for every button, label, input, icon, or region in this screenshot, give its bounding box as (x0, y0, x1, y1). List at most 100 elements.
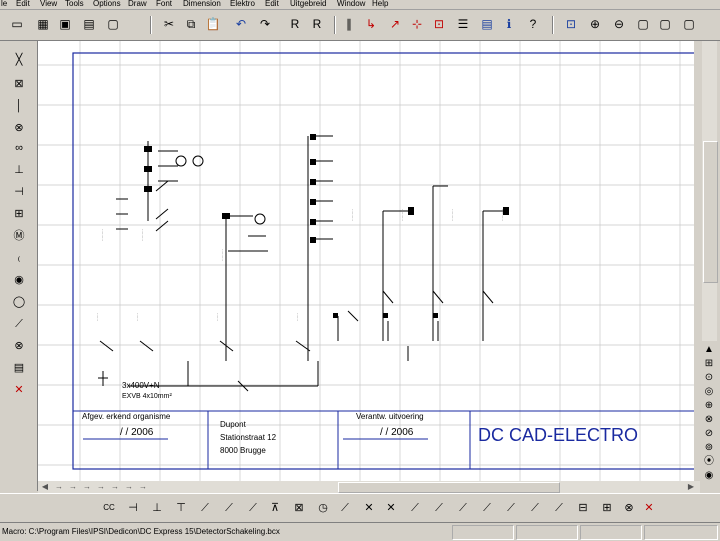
zoom-extents-icon[interactable]: ▢ (680, 14, 698, 34)
terminal-icon[interactable]: ▤ (9, 359, 29, 377)
menu-edit-2[interactable]: Edit (265, 0, 279, 9)
zoom-window-icon[interactable]: ⊡ (562, 14, 580, 34)
select-icon[interactable]: ⊹ (408, 14, 426, 34)
scroll-arrow-icon[interactable]: → (108, 481, 122, 492)
snap-tangent-icon[interactable]: ⊚ (701, 441, 717, 455)
zoom-out-icon[interactable]: ⊖ (610, 14, 628, 34)
menu-dimension[interactable]: Dimension (183, 0, 221, 9)
print-icon[interactable]: ▤ (80, 14, 98, 34)
cut-icon[interactable]: ✂ (160, 14, 178, 34)
scroll-left-icon[interactable]: ◀ (38, 481, 52, 492)
scroll-arrow-icon[interactable]: → (122, 481, 136, 492)
diagonal-icon[interactable]: ⟋ (9, 315, 29, 333)
cross-tool-icon[interactable]: ⊠ (9, 75, 29, 93)
cross-contact-2-icon[interactable]: ✕ (382, 498, 400, 518)
scroll-arrow-icon[interactable]: → (136, 481, 150, 492)
fuse-icon[interactable]: ⊞ (9, 205, 29, 223)
scroll-arrow-icon[interactable]: → (52, 481, 66, 492)
horizontal-scrollbar[interactable]: ◀ → → → → → → → ▶ (38, 481, 700, 493)
scroll-right-icon[interactable]: ▶ (684, 481, 698, 492)
menu-file[interactable]: le (1, 0, 7, 9)
scroll-arrow-icon[interactable]: → (94, 481, 108, 492)
snap-center-icon[interactable]: ⊕ (701, 399, 717, 413)
snap-perp-icon[interactable]: ⊘ (701, 427, 717, 441)
lamp-icon[interactable]: ◯ (9, 293, 29, 311)
scale-icon[interactable]: ⊡ (430, 14, 448, 34)
save-icon[interactable]: ▣ (56, 14, 74, 34)
pan-icon[interactable]: ▢ (634, 14, 652, 34)
push-button-icon[interactable]: ⊤ (172, 498, 190, 518)
vertical-line-icon[interactable]: │ (9, 97, 29, 115)
breaker-5-icon[interactable]: ⟋ (478, 498, 496, 518)
line-tool-icon[interactable]: ╳ (9, 51, 29, 69)
horizontal-scroll-thumb[interactable] (338, 482, 560, 493)
contact-no-icon[interactable]: ⊣ (124, 498, 142, 518)
redo-icon[interactable]: ↷ (256, 14, 274, 34)
open-icon[interactable]: ▦ (34, 14, 52, 34)
contact-nc-icon[interactable]: ⊥ (148, 498, 166, 518)
snap-midpoint-icon[interactable]: ◎ (701, 385, 717, 399)
menu-tools[interactable]: Tools (65, 0, 84, 9)
breaker-8-icon[interactable]: ⟋ (550, 498, 568, 518)
refresh-icon[interactable]: R (308, 14, 326, 34)
vertical-scroll-thumb[interactable] (703, 141, 718, 283)
breaker-icon[interactable]: ⊣ (9, 183, 29, 201)
snap-near-icon[interactable]: ⦿ (701, 455, 717, 469)
arrow-up-icon[interactable]: ▲ (701, 343, 717, 357)
switch-2-icon[interactable]: ⟋ (196, 498, 214, 518)
parallel-icon[interactable]: ∥ (340, 14, 358, 34)
snap-intersect-icon[interactable]: ⊗ (701, 413, 717, 427)
zoom-in-icon[interactable]: ⊕ (586, 14, 604, 34)
menu-window[interactable]: Window (337, 0, 365, 9)
switch-4-icon[interactable]: ⟋ (244, 498, 262, 518)
delete-2-icon[interactable]: ✕ (640, 498, 658, 518)
breaker-3-icon[interactable]: ⟋ (430, 498, 448, 518)
scroll-arrow-icon[interactable]: → (66, 481, 80, 492)
paste-icon[interactable]: 📋 (204, 14, 222, 34)
snap-off-icon[interactable]: ◉ (701, 469, 717, 483)
terminal-2-icon[interactable]: ⊞ (598, 498, 616, 518)
grid-snap-icon[interactable]: ⊞ (701, 357, 717, 371)
transformer-icon[interactable]: ⊗ (9, 337, 29, 355)
menu-options[interactable]: Options (93, 0, 121, 9)
scroll-arrow-icon[interactable]: → (80, 481, 94, 492)
menu-view[interactable]: View (40, 0, 57, 9)
copy-icon[interactable]: ⧉ (182, 14, 200, 34)
move-icon[interactable]: ↳ (362, 14, 380, 34)
cc-icon[interactable]: CC (100, 498, 118, 518)
menu-uitgebreid[interactable]: Uitgebreid (290, 0, 326, 9)
drawing-canvas[interactable]: ……… ……… ……… ……… ……… ……… ……… …… …… …… …… … (38, 41, 694, 481)
clock-icon[interactable]: ◷ (314, 498, 332, 518)
rotate-icon[interactable]: ↗ (386, 14, 404, 34)
menu-edit[interactable]: Edit (16, 0, 30, 9)
motor-icon[interactable]: Ⓜ (9, 227, 29, 245)
zoom-prev-icon[interactable]: ▢ (656, 14, 674, 34)
breaker-4-icon[interactable]: ⟋ (454, 498, 472, 518)
breaker-6-icon[interactable]: ⟋ (502, 498, 520, 518)
undo-icon[interactable]: ↶ (232, 14, 250, 34)
delete-icon[interactable]: ✕ (9, 381, 29, 399)
properties-icon[interactable]: ▤ (478, 14, 496, 34)
relay-icon[interactable]: ⟋ (336, 498, 354, 518)
fuse-2-icon[interactable]: ⊟ (574, 498, 592, 518)
switch-3-icon[interactable]: ⟋ (220, 498, 238, 518)
info-icon[interactable]: ℹ (500, 14, 518, 34)
text-tool-icon[interactable]: ₍ (9, 249, 29, 267)
breaker-7-icon[interactable]: ⟋ (526, 498, 544, 518)
switch-icon[interactable]: ⊥ (9, 161, 29, 179)
cross-contact-icon[interactable]: ✕ (360, 498, 378, 518)
help-icon[interactable]: ? (524, 14, 542, 34)
timer-icon[interactable]: ⊼ (266, 498, 284, 518)
layer-icon[interactable]: ☰ (454, 14, 472, 34)
new-icon[interactable]: ▭ (8, 14, 26, 34)
menu-help[interactable]: Help (372, 0, 388, 9)
menu-elektro[interactable]: Elektro (230, 0, 255, 9)
lamp-2-icon[interactable]: ⊗ (620, 498, 638, 518)
target-icon[interactable]: ◉ (9, 271, 29, 289)
breaker-2-icon[interactable]: ⟋ (406, 498, 424, 518)
circle-cross-icon[interactable]: ⊗ (9, 119, 29, 137)
menu-draw[interactable]: Draw (128, 0, 147, 9)
snap-endpoint-icon[interactable]: ⊙ (701, 371, 717, 385)
vertical-scrollbar[interactable] (702, 41, 718, 341)
preview-icon[interactable]: ▢ (104, 14, 122, 34)
